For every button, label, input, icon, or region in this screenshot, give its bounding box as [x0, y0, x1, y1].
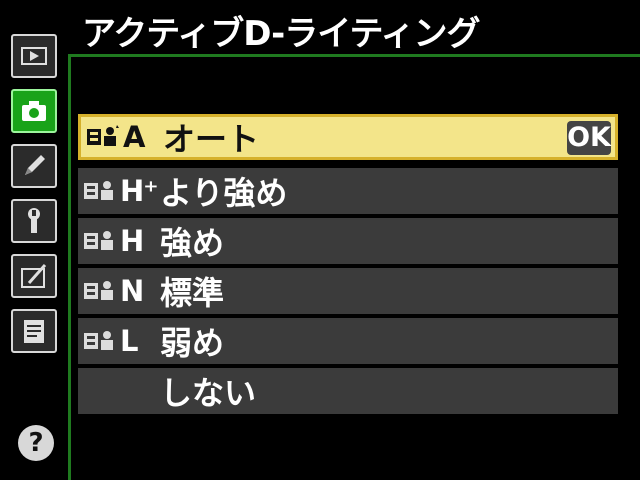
adl-icon: [80, 227, 120, 255]
option-extra-high[interactable]: H⁺ より強め: [78, 168, 618, 214]
retouch-menu-tab[interactable]: [11, 254, 57, 298]
adl-icon: [83, 123, 123, 151]
adl-icon: [80, 177, 120, 205]
playback-menu-tab[interactable]: [11, 34, 57, 78]
option-code: N: [120, 274, 144, 308]
option-off[interactable]: しない: [78, 368, 618, 414]
option-code: A: [123, 120, 145, 154]
option-label: 強め: [160, 224, 225, 262]
help-button[interactable]: ?: [18, 425, 54, 461]
option-low[interactable]: L 弱め: [78, 318, 618, 364]
option-label: 標準: [160, 274, 225, 312]
option-label: しない: [160, 374, 257, 412]
option-code: L: [120, 324, 138, 358]
pencil-icon: [25, 155, 45, 175]
option-normal[interactable]: N 標準: [78, 268, 618, 314]
play-icon: [21, 47, 47, 65]
shooting-menu-tab[interactable]: [11, 89, 57, 133]
empty-icon-slot: [80, 377, 120, 405]
my-menu-tab[interactable]: [11, 309, 57, 353]
custom-settings-tab[interactable]: [11, 144, 57, 188]
adl-icon: [80, 277, 120, 305]
option-label: より強め: [160, 174, 288, 212]
wrench-icon: [28, 208, 40, 233]
page-title: アクティブD-ライティング: [82, 14, 481, 54]
adl-icon: [80, 327, 120, 355]
retouch-icon: [21, 264, 47, 288]
sidebar-divider: [68, 54, 71, 480]
option-auto[interactable]: A オート OK: [78, 114, 618, 160]
option-label: オート: [163, 120, 260, 158]
setup-menu-tab[interactable]: [11, 199, 57, 243]
camera-icon: [22, 101, 46, 121]
option-code: H⁺: [120, 174, 159, 208]
option-high[interactable]: H 強め: [78, 218, 618, 264]
ok-badge: OK: [567, 121, 611, 155]
option-code: H: [120, 224, 144, 258]
header-divider: [70, 54, 640, 57]
list-icon: [24, 320, 44, 343]
option-label: 弱め: [160, 324, 225, 362]
